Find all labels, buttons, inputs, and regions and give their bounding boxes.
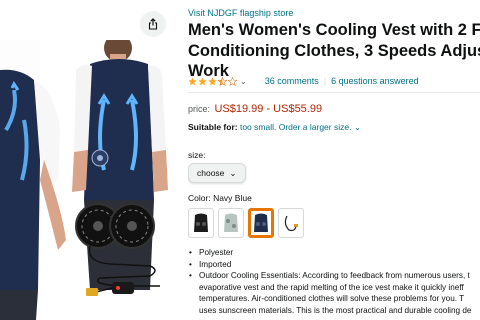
- swatch-camo[interactable]: [218, 208, 244, 238]
- rating-row: ⌄ 36 comments | 6 questions answered: [188, 76, 419, 86]
- star-full-icon: [198, 76, 207, 85]
- fit-advice-link[interactable]: too small. Order a larger size.: [240, 122, 351, 132]
- bullet-continuation: evaporative vest and the rapid melting o…: [199, 282, 464, 292]
- bullet-item: Imported: [188, 259, 480, 271]
- size-selected-value: choose: [197, 168, 225, 178]
- share-icon: [148, 18, 158, 30]
- share-button[interactable]: [140, 11, 166, 37]
- vest-thumbnail-icon: [194, 213, 208, 232]
- star-empty-icon: [228, 76, 237, 86]
- star-full-icon: [188, 76, 197, 85]
- swatch-black[interactable]: [188, 208, 214, 238]
- swatch-accessory[interactable]: [278, 208, 304, 238]
- bullet-item: Polyester: [188, 247, 480, 259]
- size-label: size:: [188, 150, 206, 160]
- bullet-item: Outdoor Cooling Essentials: According to…: [188, 270, 480, 282]
- model-left: [0, 40, 66, 320]
- fit-advice-chevron-icon[interactable]: ⌄: [354, 122, 361, 132]
- product-image-gallery: [0, 0, 178, 320]
- product-info-panel: Visit NJDGF flagship store Men's Women's…: [188, 0, 480, 320]
- color-label: Color:: [188, 193, 211, 203]
- chevron-down-icon: ⌄: [229, 167, 237, 178]
- price-row: price: US$19.99 - US$55.99: [188, 99, 322, 117]
- feature-bullets: Polyester Imported Outdoor Cooling Essen…: [188, 247, 480, 316]
- bullet-continuation: uses sunscreen materials. This is the mo…: [199, 305, 472, 315]
- store-link[interactable]: Visit NJDGF flagship store: [188, 8, 293, 18]
- title-line: Men's Women's Cooling Vest with 2 Fans -…: [188, 21, 480, 39]
- star-full-icon: [208, 76, 217, 85]
- separator: |: [323, 76, 327, 86]
- model-back-view: [72, 40, 168, 290]
- bullet-continuation: temperatures. Air-conditioned clothes wi…: [199, 294, 465, 303]
- star-rating[interactable]: [188, 76, 237, 86]
- color-swatches: [188, 208, 304, 238]
- product-title: Men's Women's Cooling Vest with 2 Fans -…: [188, 20, 480, 82]
- vest-thumbnail-icon: [254, 213, 268, 232]
- comments-link[interactable]: 36 comments: [265, 76, 319, 86]
- color-value: Navy Blue: [213, 193, 252, 203]
- color-row: Color: Navy Blue: [188, 193, 252, 203]
- swatch-navy-blue[interactable]: [248, 208, 274, 238]
- price-range: US$19.99 - US$55.99: [214, 103, 323, 115]
- star-half-icon: [218, 76, 227, 86]
- rating-chevron-icon[interactable]: ⌄: [240, 77, 247, 86]
- questions-link[interactable]: 6 questions answered: [331, 76, 419, 86]
- main-product-image[interactable]: [0, 40, 178, 320]
- title-line: Conditioning Clothes, 3 Speeds Adjustabl…: [188, 41, 480, 60]
- fit-advice-row: Suitable for: too small. Order a larger …: [188, 122, 361, 133]
- divider: [188, 92, 480, 93]
- vest-thumbnail-icon: [224, 213, 238, 232]
- size-dropdown[interactable]: choose ⌄: [188, 163, 246, 183]
- fan-accessories: [75, 203, 155, 249]
- price-label: price:: [188, 104, 211, 114]
- cable-thumbnail-icon: [284, 215, 298, 232]
- suitable-label: Suitable for:: [188, 122, 238, 132]
